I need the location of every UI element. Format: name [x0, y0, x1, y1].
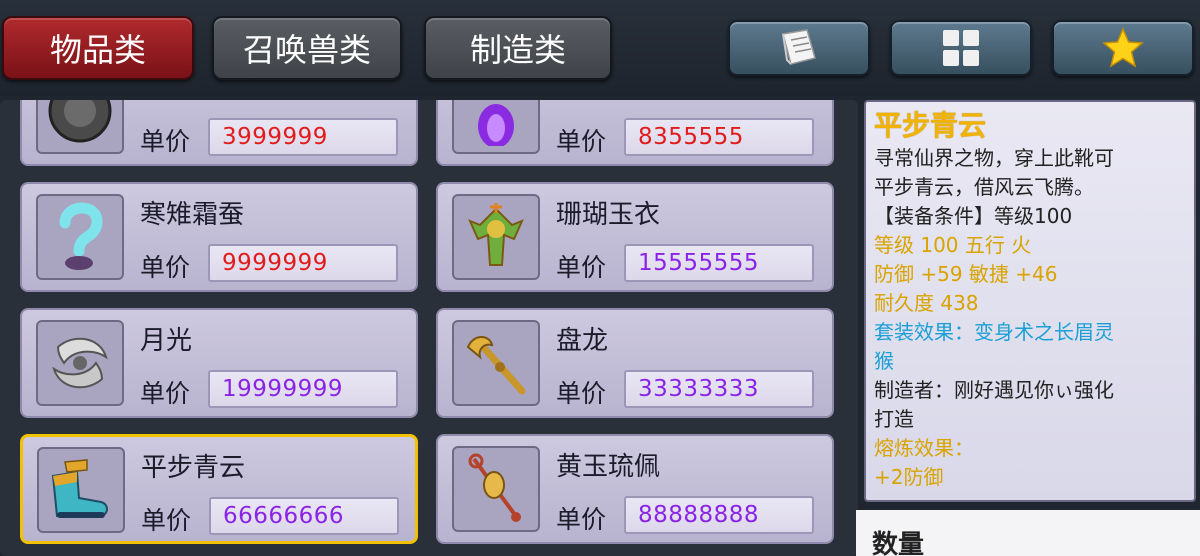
detail-set-effect: 猴 [874, 349, 894, 373]
boots-icon [51, 459, 108, 518]
item-card[interactable]: 黄玉琉佩 单价 88888888 [436, 434, 834, 544]
price-label: 单价 [141, 506, 192, 535]
grid-icon [943, 30, 979, 66]
item-name: 黄玉琉佩 [556, 452, 661, 482]
detail-requirement: 【装备条件】等级100 [874, 204, 1073, 228]
price-label: 单价 [556, 253, 607, 282]
detail-durability: 耐久度 438 [874, 291, 979, 315]
item-name: 盘龙 [556, 326, 609, 356]
quantity-label: 数量 [872, 530, 925, 556]
item-thumbnail [36, 100, 124, 154]
item-name: 珊瑚玉衣 [556, 200, 661, 230]
detail-level-element: 等级 100 五行 火 [874, 233, 1032, 257]
item-name: 平步青云 [141, 453, 246, 483]
price-value: 19999999 [208, 370, 398, 408]
item-card[interactable]: 盘龙 单价 33333333 [436, 308, 834, 418]
price-value: 66666666 [209, 497, 399, 535]
favorites-button[interactable] [1052, 20, 1194, 76]
item-thumbnail [452, 100, 540, 154]
price-value: 33333333 [624, 370, 814, 408]
price-value: 3999999 [208, 118, 398, 156]
item-card[interactable]: 寒雉霜蚕 单价 9999999 [20, 182, 418, 292]
star-icon [1102, 27, 1144, 68]
detail-description: 寻常仙界之物，穿上此靴可 [874, 146, 1114, 170]
top-bar: 物品类 召唤兽类 制造类 [0, 0, 1200, 96]
detail-smelt-value: +2防御 [874, 465, 944, 489]
detail-description: 平步青云，借风云飞腾。 [874, 175, 1094, 199]
detail-stats: 防御 +59 敏捷 +46 [874, 262, 1058, 286]
price-label: 单价 [140, 379, 191, 408]
item-card-selected[interactable]: 平步青云 单价 66666666 [20, 434, 418, 544]
moon-blade-icon [52, 337, 108, 389]
price-label: 单价 [556, 127, 607, 156]
tab-summon-beasts[interactable]: 召唤兽类 [212, 16, 402, 80]
price-label: 单价 [140, 253, 191, 282]
item-card[interactable]: 单价 3999999 [20, 100, 418, 166]
item-thumbnail [37, 447, 125, 533]
item-name: 月光 [140, 326, 193, 356]
price-value: 8355555 [624, 118, 814, 156]
detail-maker: 打造 [874, 407, 914, 431]
detail-smelt-effect: 熔炼效果： [874, 436, 974, 460]
coin-icon [48, 100, 112, 143]
item-grid[interactable]: 单价 3999999 单价 8355555 寒雉霜蚕 单价 9999999 珊瑚… [0, 100, 858, 556]
item-name: 寒雉霜蚕 [140, 200, 245, 230]
item-card[interactable]: 珊瑚玉衣 单价 15555555 [436, 182, 834, 292]
notebook-button[interactable] [728, 20, 870, 76]
item-thumbnail [452, 320, 540, 406]
item-thumbnail [36, 194, 124, 280]
tab-items[interactable]: 物品类 [2, 16, 194, 80]
tab-crafting[interactable]: 制造类 [424, 16, 612, 80]
detail-set-effect: 套装效果：变身术之长眉灵 [874, 320, 1114, 344]
coral-robe-icon [468, 203, 524, 266]
item-thumbnail [452, 446, 540, 532]
detail-title: 平步青云 [874, 109, 987, 142]
item-thumbnail [452, 194, 540, 280]
silkworm-icon [59, 202, 103, 270]
item-card[interactable]: 月光 单价 19999999 [20, 308, 418, 418]
price-value: 88888888 [624, 496, 814, 534]
dragon-staff-icon [466, 336, 526, 395]
price-label: 单价 [556, 505, 607, 534]
item-thumbnail [36, 320, 124, 406]
price-value: 15555555 [624, 244, 814, 282]
jade-pendant-icon [468, 453, 521, 522]
purple-flame-icon [478, 104, 514, 146]
price-value: 9999999 [208, 244, 398, 282]
detail-maker: 制造者：刚好遇见你ぃ强化 [874, 378, 1114, 402]
item-card[interactable]: 单价 8355555 [436, 100, 834, 166]
price-label: 单价 [140, 127, 191, 156]
grid-button[interactable] [890, 20, 1032, 76]
quantity-bar[interactable]: 数量 [856, 510, 1200, 556]
price-label: 单价 [556, 379, 607, 408]
notebook-icon [782, 29, 816, 65]
item-detail-panel: 平步青云 寻常仙界之物，穿上此靴可 平步青云，借风云飞腾。 【装备条件】等级10… [864, 100, 1196, 502]
